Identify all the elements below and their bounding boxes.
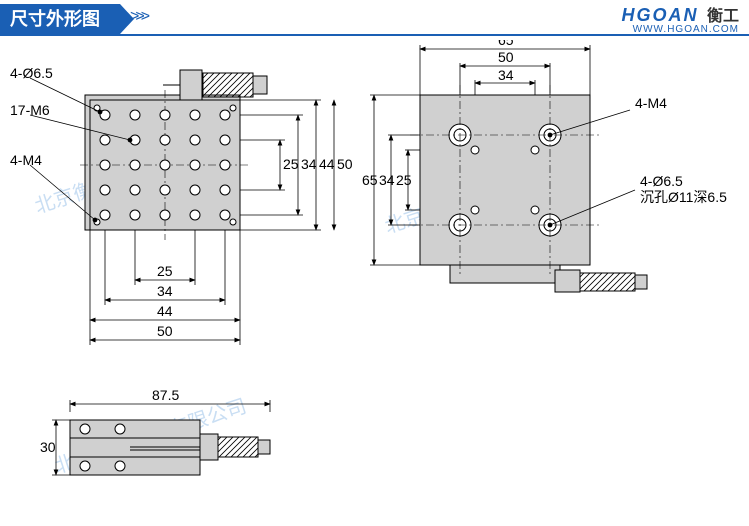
svg-text:25: 25 — [157, 263, 173, 279]
base-view: 65 50 34 65 34 25 — [362, 40, 647, 292]
callout-cbore: 沉孔Ø11深6.5 — [640, 189, 727, 205]
svg-text:44: 44 — [319, 156, 335, 172]
svg-text:50: 50 — [337, 156, 353, 172]
brand-block: HGOAN 衡工 WWW.HGOAN.COM — [622, 2, 739, 35]
callout-17m6: 17-M6 — [10, 102, 50, 118]
svg-text:34: 34 — [379, 172, 395, 188]
svg-text:50: 50 — [498, 49, 514, 65]
top-plate-view: 25 34 44 50 25 34 44 50 — [30, 70, 353, 345]
svg-text:34: 34 — [157, 283, 173, 299]
drawing-svg: 25 34 44 50 25 34 44 50 — [0, 40, 749, 526]
svg-text:34: 34 — [301, 156, 317, 172]
svg-text:25: 25 — [396, 172, 412, 188]
svg-text:25: 25 — [283, 156, 299, 172]
brand-url: WWW.HGOAN.COM — [622, 24, 739, 35]
svg-text:34: 34 — [498, 67, 514, 83]
chevron-icon: >>> — [130, 8, 146, 26]
section-title: 尺寸外形图 — [0, 4, 120, 34]
svg-text:30: 30 — [40, 439, 56, 455]
drawing-area: 北京衡工仪器有限公司 北京衡工仪器有限公司 北京衡工仪器有限公司 — [0, 40, 749, 520]
svg-text:65: 65 — [362, 172, 378, 188]
callout-4m4-left: 4-M4 — [10, 152, 42, 168]
hole-grid — [80, 90, 250, 240]
svg-text:65: 65 — [498, 40, 514, 48]
svg-text:50: 50 — [157, 323, 173, 339]
brand-logo: HGOAN — [622, 5, 699, 25]
callout-4d65: 4-Ø6.5 — [10, 65, 53, 81]
svg-text:87.5: 87.5 — [152, 387, 179, 403]
callout-4d65-right: 4-Ø6.5 — [640, 173, 683, 189]
callout-4m4-right: 4-M4 — [635, 95, 667, 111]
header-bar: 尺寸外形图 >>> HGOAN 衡工 WWW.HGOAN.COM — [0, 0, 749, 36]
side-view: 87.5 30 — [40, 387, 270, 475]
brand-cn: 衡工 — [707, 8, 739, 25]
micrometer-right — [555, 270, 647, 292]
svg-text:44: 44 — [157, 303, 173, 319]
